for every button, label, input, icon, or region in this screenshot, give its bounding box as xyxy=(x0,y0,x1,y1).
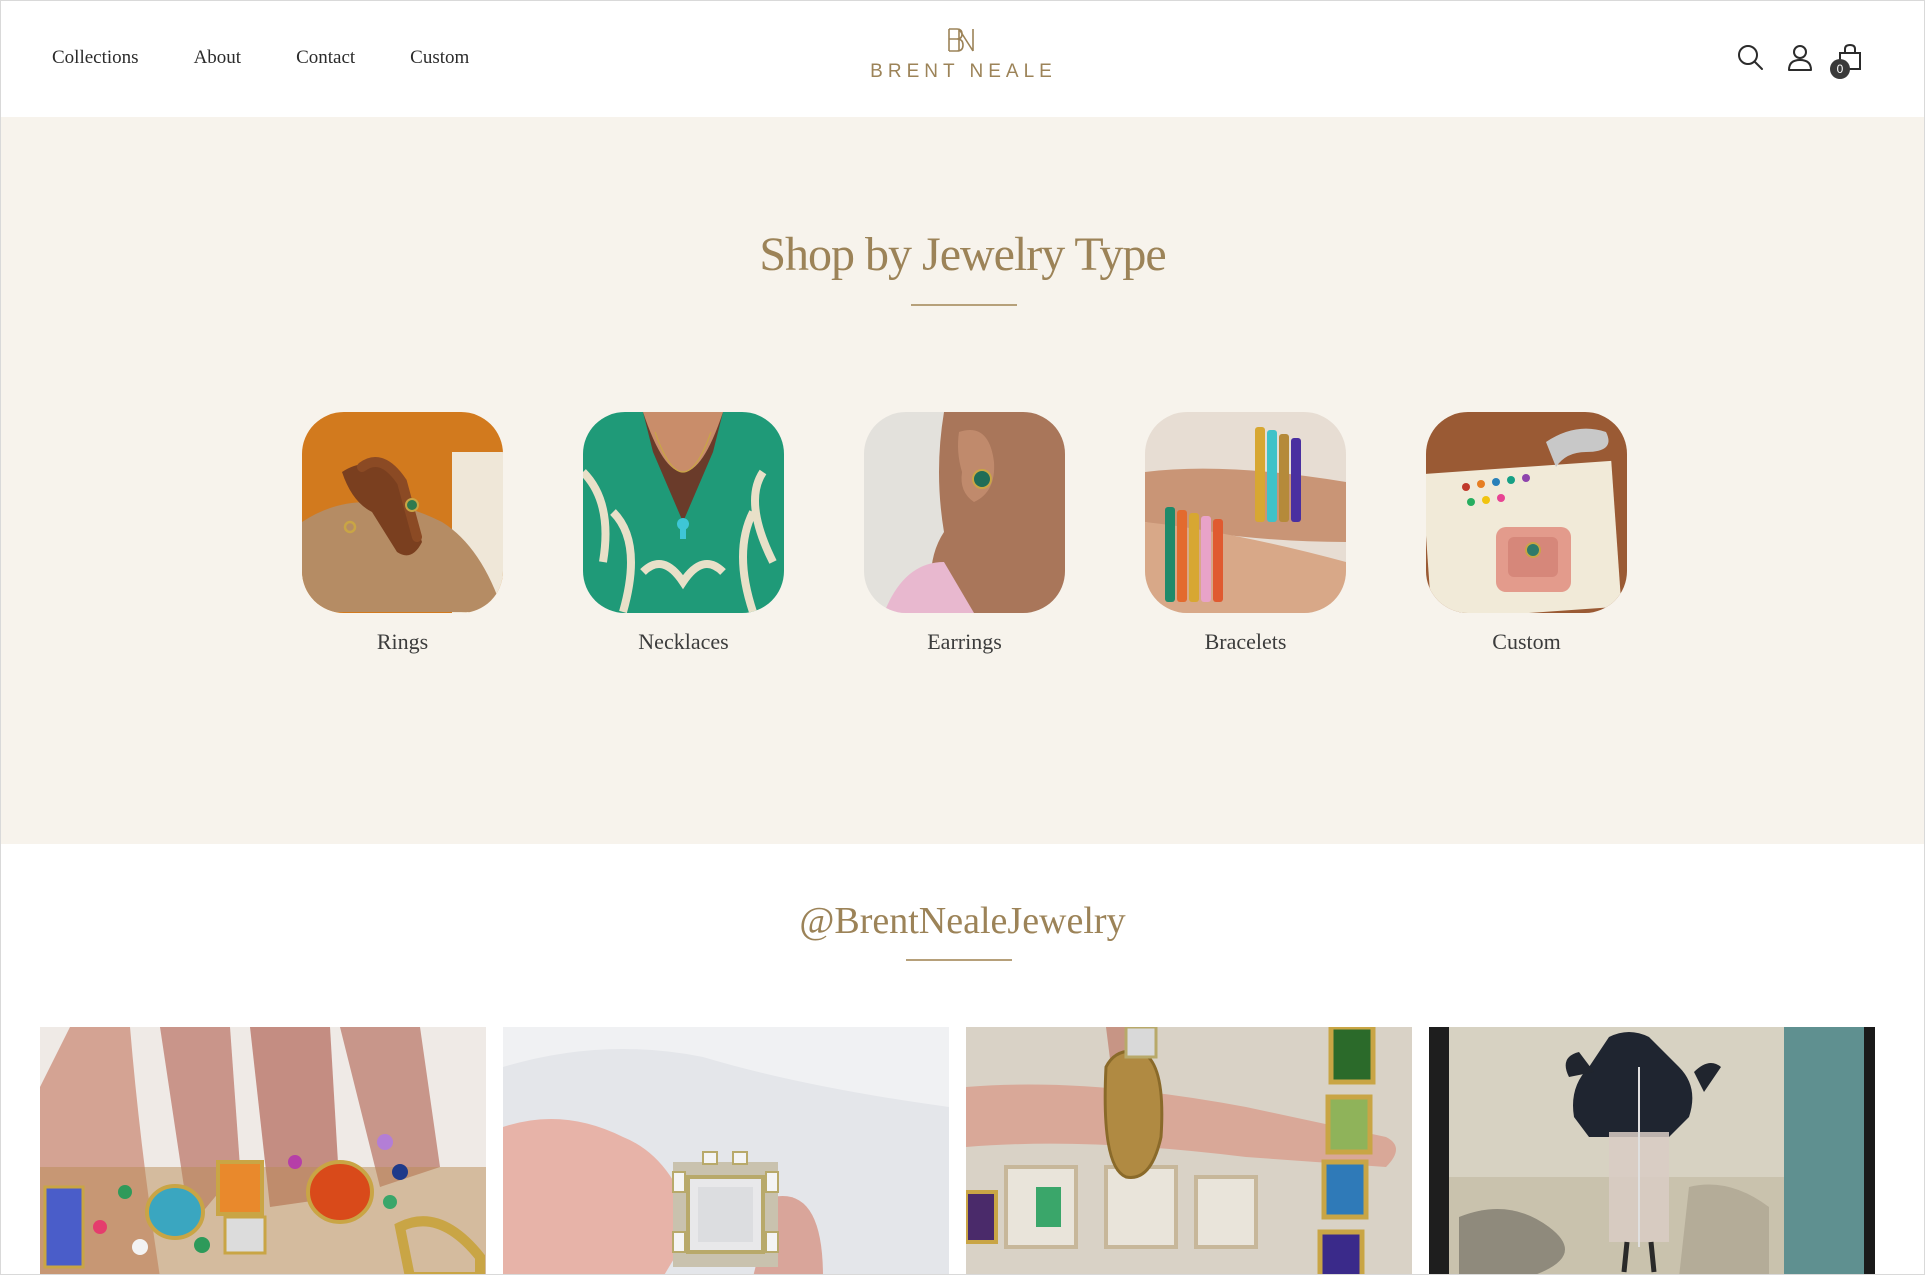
category-label: Custom xyxy=(1492,629,1561,654)
category-label: Rings xyxy=(376,629,429,654)
category-image-bracelets xyxy=(1145,412,1346,613)
site-logo[interactable]: BRENT NEALE xyxy=(861,27,1061,83)
instagram-post[interactable] xyxy=(40,1027,486,1274)
search-icon[interactable] xyxy=(1736,43,1764,71)
cart-count-badge: 0 xyxy=(1830,59,1850,79)
category-label: Bracelets xyxy=(1204,629,1287,654)
logo-wordmark: BRENT NEALE xyxy=(870,61,1057,82)
main-nav: Collections About Contact Custom xyxy=(52,47,524,69)
header-icons: 0 xyxy=(1736,43,1864,79)
nav-contact[interactable]: Contact xyxy=(296,47,355,69)
site-header: Collections About Contact Custom BRENT N… xyxy=(1,1,1924,117)
category-label: Earrings xyxy=(927,629,1002,654)
shop-by-type-section: Shop by Jewelry Type Rings Necklaces Ear… xyxy=(1,117,1924,844)
nav-custom[interactable]: Custom xyxy=(410,47,469,69)
title-divider xyxy=(911,304,1017,306)
category-image-earrings xyxy=(864,412,1065,613)
instagram-feed xyxy=(40,1027,1875,1274)
category-rings[interactable]: Rings xyxy=(302,412,503,655)
logo-monogram-icon xyxy=(948,28,974,52)
category-custom[interactable]: Custom xyxy=(1426,412,1627,655)
instagram-handle[interactable]: @BrentNealeJewelry xyxy=(1,899,1924,943)
nav-collections[interactable]: Collections xyxy=(52,47,139,69)
section-title: Shop by Jewelry Type xyxy=(759,228,1166,281)
instagram-post[interactable] xyxy=(503,1027,949,1274)
category-necklaces[interactable]: Necklaces xyxy=(583,412,784,655)
instagram-post[interactable] xyxy=(966,1027,1412,1274)
category-earrings[interactable]: Earrings xyxy=(864,412,1065,655)
nav-about[interactable]: About xyxy=(194,47,242,69)
account-icon[interactable] xyxy=(1786,43,1814,71)
page: Collections About Contact Custom BRENT N… xyxy=(0,0,1925,1275)
instagram-divider xyxy=(906,959,1012,961)
category-list: Rings Necklaces Earrings Bracelets Custo… xyxy=(302,412,1707,655)
category-bracelets[interactable]: Bracelets xyxy=(1145,412,1346,655)
cart-icon[interactable]: 0 xyxy=(1830,43,1864,79)
category-image-rings xyxy=(302,412,503,613)
instagram-post[interactable] xyxy=(1429,1027,1875,1274)
category-label: Necklaces xyxy=(638,629,729,654)
category-image-custom xyxy=(1426,412,1627,613)
category-image-necklaces xyxy=(583,412,784,613)
